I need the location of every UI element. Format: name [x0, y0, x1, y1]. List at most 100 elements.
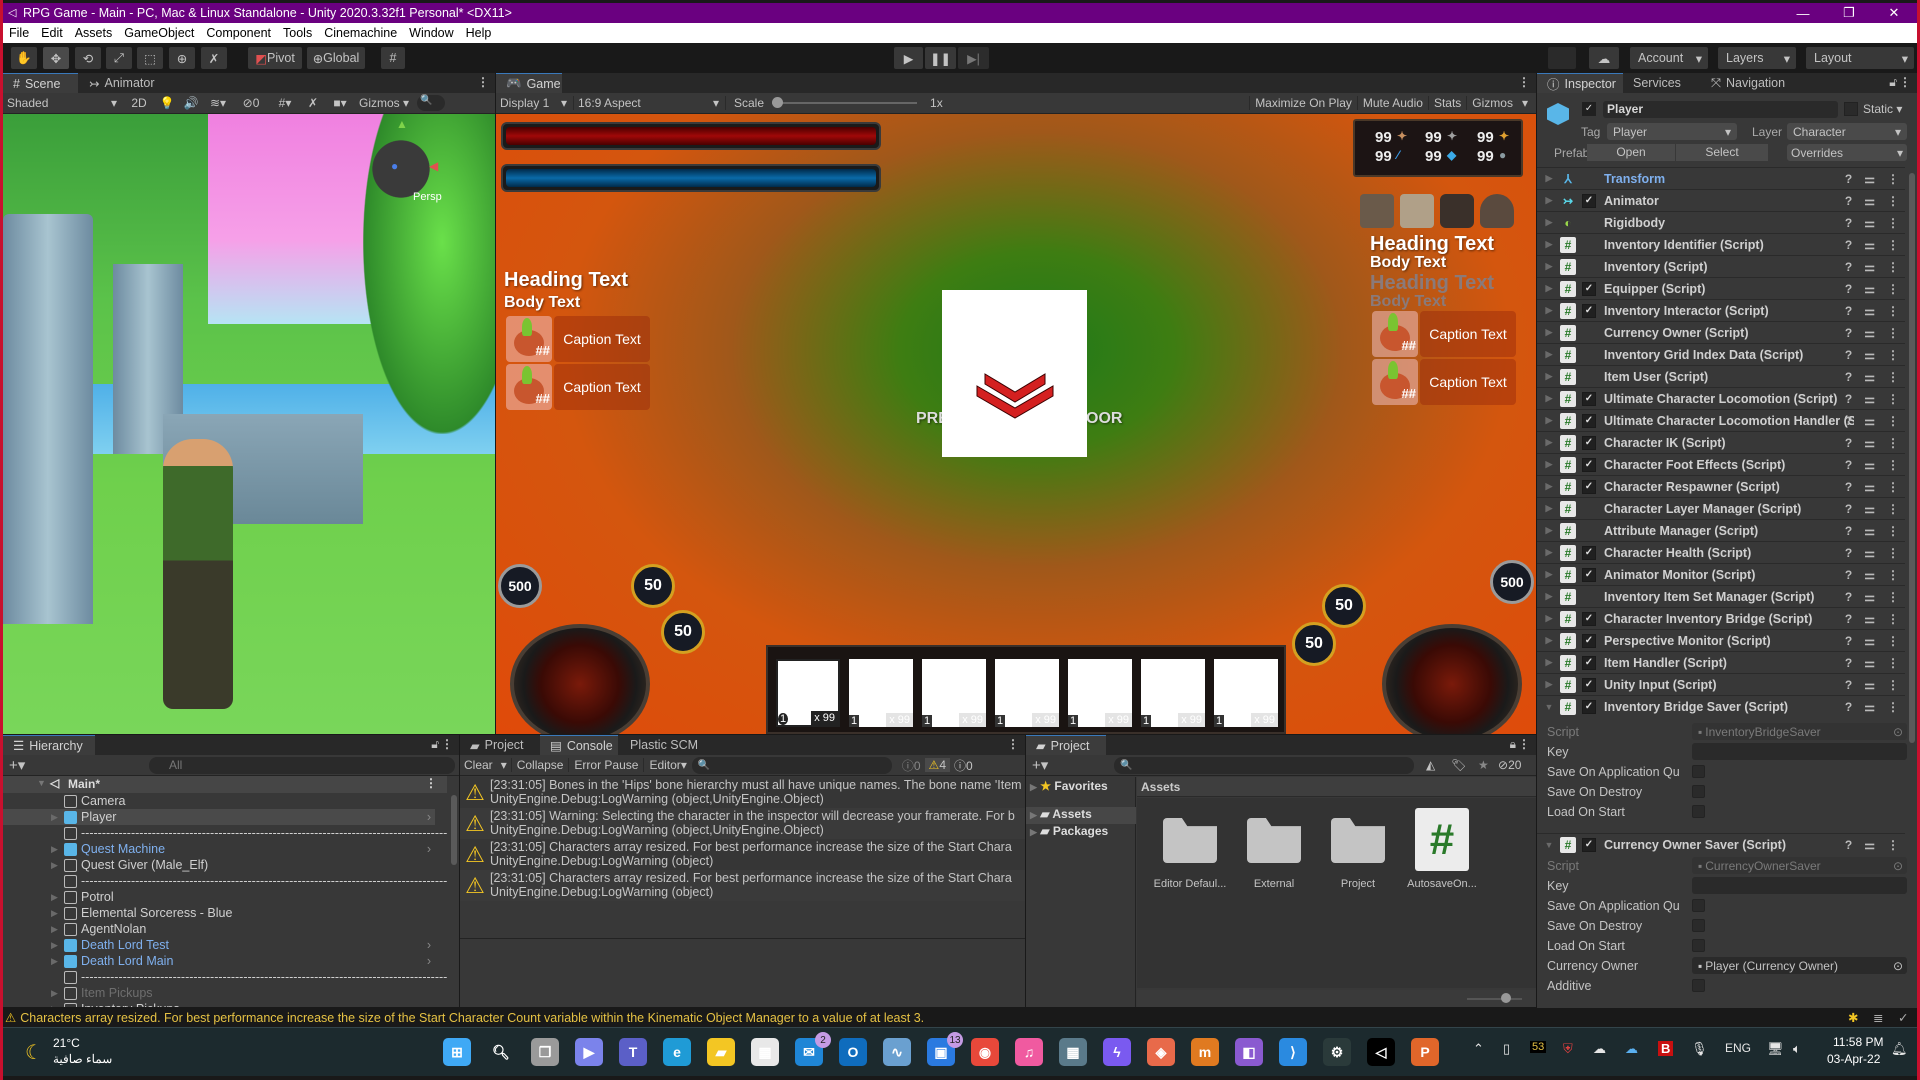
- presets-icon[interactable]: ⚌: [1864, 502, 1875, 516]
- presets-icon[interactable]: ⚌: [1864, 392, 1875, 406]
- scene-search-input[interactable]: 🔍: [417, 95, 445, 111]
- taskbar-resource-monitor-icon[interactable]: ∿: [883, 1038, 911, 1066]
- presets-icon[interactable]: ⚌: [1864, 238, 1875, 252]
- component-enabled-checkbox[interactable]: ✓: [1582, 677, 1596, 692]
- more-options-icon[interactable]: ⋮: [1887, 634, 1899, 648]
- icon-size-slider-thumb[interactable]: [1500, 993, 1511, 1003]
- additive-checkbox[interactable]: [1692, 979, 1705, 992]
- component-row[interactable]: ▶ # ✓ Ultimate Character Locomotion Handler…: [1537, 409, 1905, 431]
- script-field[interactable]: ▪ CurrencyOwnerSaver ⊙: [1692, 857, 1907, 874]
- project-search-input[interactable]: 🔍: [1114, 756, 1414, 774]
- expand-arrow-icon[interactable]: ▶: [51, 940, 58, 951]
- currency-owner-field[interactable]: ▪ Player (Currency Owner) ⊙: [1692, 957, 1907, 974]
- mute-audio-toggle[interactable]: Mute Audio: [1356, 96, 1428, 110]
- weather-temp[interactable]: 21°C: [53, 1036, 80, 1050]
- component-enabled-checkbox[interactable]: ✓: [1582, 303, 1596, 318]
- help-icon[interactable]: ?: [1845, 326, 1852, 340]
- more-options-icon[interactable]: ⋮: [1887, 590, 1899, 604]
- hotbar-slot[interactable]: 1 x 99: [1141, 659, 1205, 727]
- hierarchy-row[interactable]: ▶ Potrol: [3, 889, 435, 905]
- asset-item[interactable]: External: [1233, 808, 1309, 890]
- asset-item[interactable]: Editor Defaul...: [1149, 808, 1226, 890]
- component-enabled-checkbox[interactable]: ✓: [1582, 281, 1596, 296]
- help-icon[interactable]: ?: [1845, 436, 1852, 450]
- component-currency-owner-saver[interactable]: ▼ # ✓ Currency Owner Saver (Script) ? ⚌ ⋮: [1537, 833, 1905, 855]
- hierarchy-row[interactable]: ▶ Death Lord Test ›: [3, 937, 435, 953]
- help-icon[interactable]: ?: [1845, 458, 1852, 472]
- scene-header-row[interactable]: ▼ ◁ Main* ⋮: [3, 776, 447, 793]
- taskbar-task-view-icon[interactable]: ❐: [531, 1038, 559, 1066]
- presets-icon[interactable]: ⚌: [1864, 612, 1875, 626]
- taskbar-file-explorer-icon[interactable]: ▰: [707, 1038, 735, 1066]
- status-bar[interactable]: ⚠ Characters array resized. For best per…: [3, 1008, 1917, 1027]
- component-row[interactable]: ▶ # Item User (Script)? ⚌ ⋮: [1537, 365, 1905, 387]
- left-caption-row[interactable]: ## Caption Text: [506, 316, 650, 362]
- expand-arrow-icon[interactable]: ▶: [1541, 173, 1557, 184]
- chevron-right-icon[interactable]: ›: [427, 810, 431, 824]
- collab-button[interactable]: [1548, 47, 1576, 69]
- save-on-quit-checkbox[interactable]: [1692, 765, 1705, 778]
- tab-navigation[interactable]: ⤧ Navigation: [1701, 73, 1801, 93]
- error-filter-toggle[interactable]: ⓘ0: [950, 757, 977, 774]
- scale-slider-thumb[interactable]: [772, 97, 784, 108]
- expand-arrow-icon[interactable]: ▶: [1541, 657, 1557, 668]
- object-picker-icon[interactable]: ⊙: [1893, 725, 1903, 739]
- shading-mode-dropdown[interactable]: Shaded ▾: [3, 96, 123, 110]
- presets-icon[interactable]: ⚌: [1864, 590, 1875, 604]
- tools-toggle[interactable]: ✗: [301, 96, 325, 110]
- taskbar-rocket-app-icon[interactable]: ⚙: [1323, 1038, 1351, 1066]
- more-options-icon[interactable]: ⋮: [1887, 838, 1899, 852]
- component-row[interactable]: ▶ # Attribute Manager (Script)? ⚌ ⋮: [1537, 519, 1905, 541]
- menu-help[interactable]: Help: [460, 26, 498, 40]
- inspector-scrollbar[interactable]: [1909, 173, 1915, 743]
- expand-arrow-icon[interactable]: ▶: [51, 860, 58, 871]
- taskbar-chrome-icon[interactable]: ◉: [971, 1038, 999, 1066]
- component-enabled-checkbox[interactable]: ✓: [1582, 457, 1596, 472]
- help-icon[interactable]: ?: [1845, 194, 1852, 208]
- editor-dropdown[interactable]: Editor▾: [644, 758, 691, 772]
- collapse-arrow-icon[interactable]: ▼: [1541, 840, 1557, 850]
- component-enabled-checkbox[interactable]: ✓: [1582, 611, 1596, 626]
- right-caption-row[interactable]: ## Caption Text: [1372, 311, 1516, 357]
- more-options-icon[interactable]: ⋮: [1887, 370, 1899, 384]
- taskbar-mail-icon[interactable]: ✉ 2: [795, 1032, 831, 1066]
- stats-toggle[interactable]: Stats: [1427, 96, 1466, 110]
- expand-arrow-icon[interactable]: ▶: [1541, 261, 1557, 272]
- expand-arrow-icon[interactable]: ▶: [1541, 305, 1557, 316]
- taskbar-teams-chat-icon[interactable]: ▶: [575, 1038, 603, 1066]
- taskbar-visual-studio-icon[interactable]: ◧: [1235, 1038, 1263, 1066]
- expand-arrow-icon[interactable]: ▶: [51, 988, 58, 999]
- lock-icon[interactable]: 🔓︎: [431, 737, 439, 752]
- tab-plastic-scm[interactable]: Plastic SCM: [620, 735, 710, 755]
- object-picker-icon[interactable]: ⊙: [1893, 959, 1903, 973]
- static-dropdown[interactable]: Static ▾: [1863, 102, 1902, 116]
- expand-arrow-icon[interactable]: ▶: [1541, 459, 1557, 470]
- taskbar-teams-icon[interactable]: T: [619, 1038, 647, 1066]
- camera-dropdown[interactable]: ■▾: [325, 96, 355, 110]
- tag-dropdown[interactable]: Player ▾: [1607, 123, 1737, 140]
- more-options-icon[interactable]: ⋮: [1007, 737, 1019, 751]
- helmet-icon[interactable]: [1480, 194, 1514, 228]
- gizmo-projection-label[interactable]: Persp: [413, 191, 442, 203]
- component-row[interactable]: ▶ # Inventory Identifier (Script)? ⚌ ⋮: [1537, 233, 1905, 255]
- help-icon[interactable]: ?: [1845, 238, 1852, 252]
- game-viewport[interactable]: Heading Text Body Text ## Caption Text #…: [496, 114, 1536, 734]
- presets-icon[interactable]: ⚌: [1864, 546, 1875, 560]
- more-options-icon[interactable]: ⋮: [1887, 524, 1899, 538]
- menu-assets[interactable]: Assets: [69, 26, 119, 40]
- presets-icon[interactable]: ⚌: [1864, 700, 1875, 714]
- create-button[interactable]: +▾: [1032, 756, 1048, 774]
- tab-animator[interactable]: ↣ Animator: [79, 73, 169, 93]
- favorite-star-icon[interactable]: ★: [1478, 758, 1489, 772]
- hotbar-slot[interactable]: 1 x 99: [1068, 659, 1132, 727]
- minimize-button[interactable]: —: [1780, 3, 1826, 23]
- more-options-icon[interactable]: ⋮: [1887, 348, 1899, 362]
- hotbar-slot[interactable]: 1 x 99: [849, 659, 913, 727]
- gizmos-dropdown[interactable]: Gizmos ▾: [355, 96, 417, 110]
- presets-icon[interactable]: ⚌: [1864, 838, 1875, 852]
- presets-icon[interactable]: ⚌: [1864, 656, 1875, 670]
- help-icon[interactable]: ?: [1845, 348, 1852, 362]
- warning-filter-toggle[interactable]: ⚠4: [924, 758, 950, 772]
- help-icon[interactable]: ?: [1845, 838, 1852, 852]
- expand-arrow-icon[interactable]: ▶: [51, 844, 58, 855]
